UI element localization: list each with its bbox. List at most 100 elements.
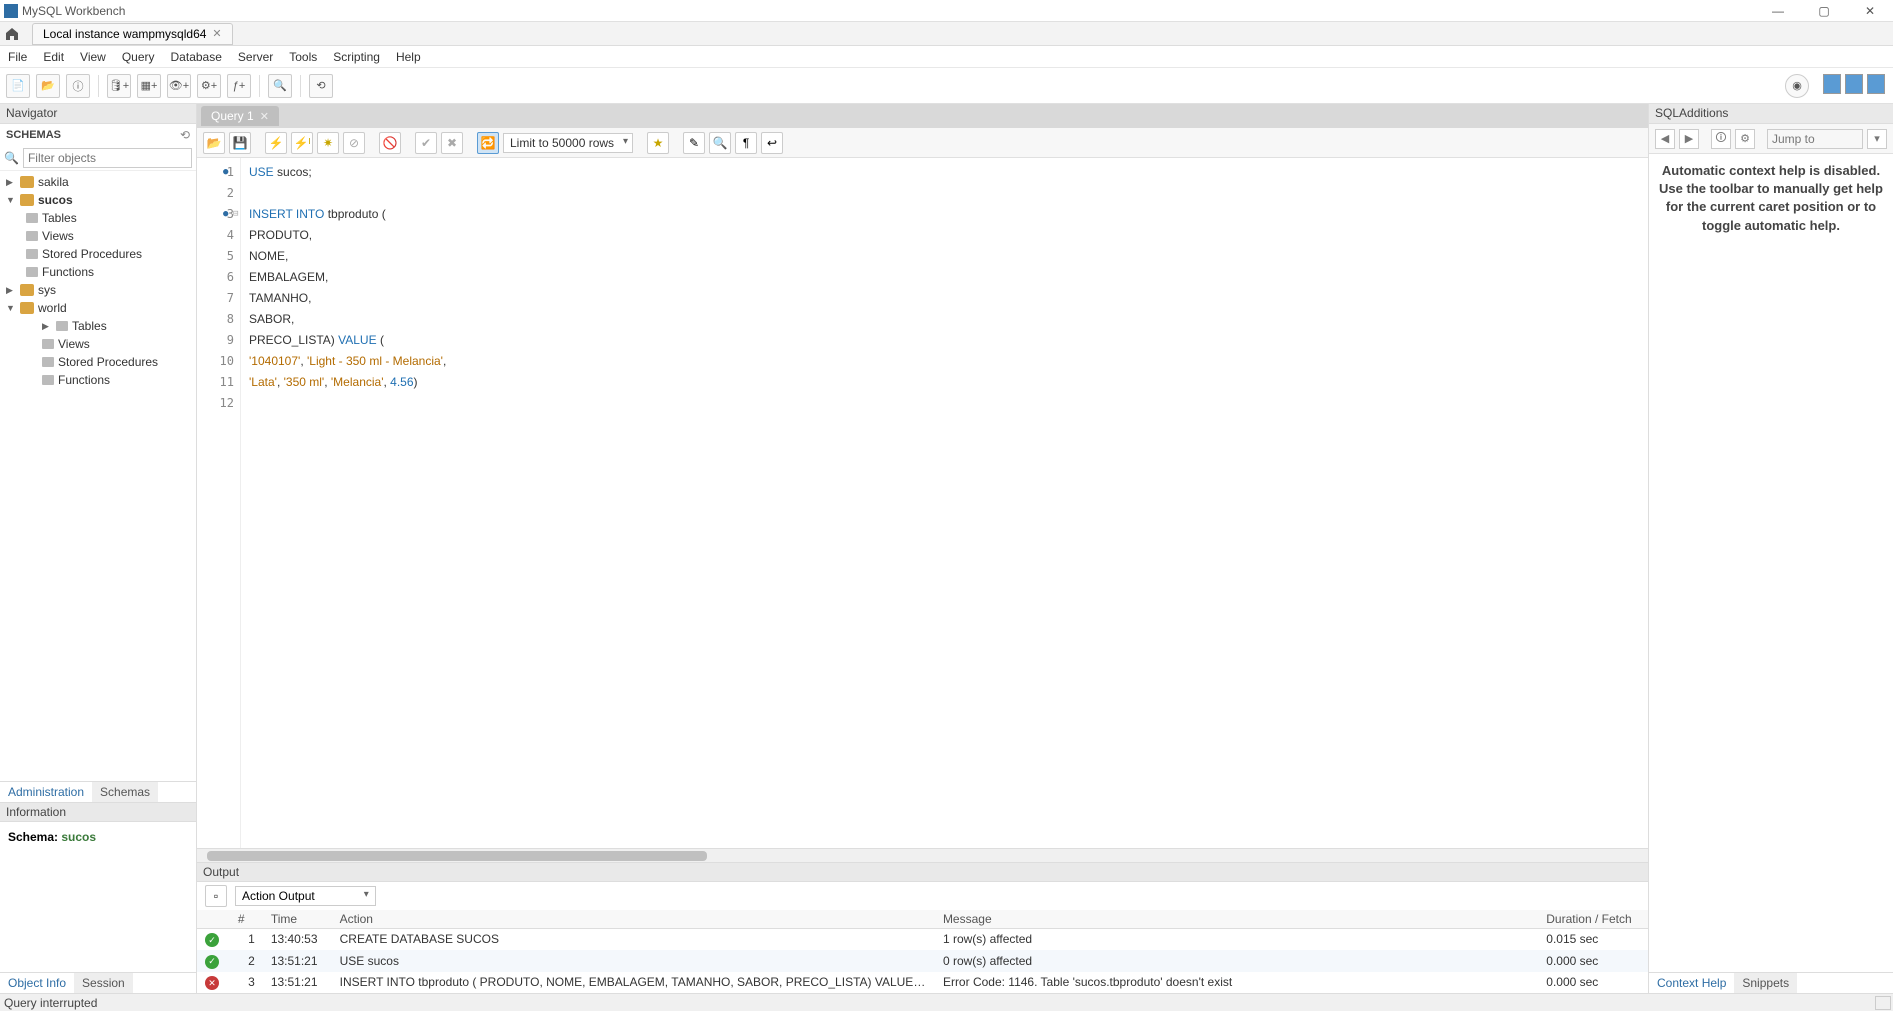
resize-grip[interactable]: [1875, 996, 1891, 1010]
menu-query[interactable]: Query: [122, 50, 155, 64]
row-message: Error Code: 1146. Table 'sucos.tbproduto…: [935, 972, 1538, 994]
refresh-icon[interactable]: ⟲: [180, 128, 190, 142]
status-text: Query interrupted: [4, 996, 97, 1010]
col-duration[interactable]: Duration / Fetch: [1538, 910, 1648, 929]
output-row[interactable]: ✓ 2 13:51:21 USE sucos 0 row(s) affected…: [197, 950, 1648, 972]
save-icon[interactable]: 💾: [229, 132, 251, 154]
menu-help[interactable]: Help: [396, 50, 421, 64]
close-icon[interactable]: ✕: [260, 110, 269, 123]
row-action: INSERT INTO tbproduto ( PRODUTO, NOME, E…: [332, 972, 935, 994]
create-sp-icon[interactable]: ⚙+: [197, 74, 221, 98]
query-tab[interactable]: Query 1 ✕: [201, 106, 279, 126]
tab-snippets[interactable]: Snippets: [1734, 973, 1797, 993]
tree-tables[interactable]: ▶Tables: [6, 317, 196, 335]
code-area[interactable]: USE sucos; INSERT INTO tbproduto (PRODUT…: [241, 158, 1648, 848]
open-sql-icon[interactable]: 📂: [36, 74, 60, 98]
schema-tree[interactable]: ▶sakila ▼sucos Tables Views Stored Proce…: [0, 171, 196, 781]
row-duration: 0.015 sec: [1538, 928, 1648, 950]
horizontal-scrollbar[interactable]: [197, 848, 1648, 862]
jump-dropdown-icon[interactable]: ▾: [1867, 129, 1887, 149]
tree-functions[interactable]: Functions: [6, 371, 196, 389]
tree-views[interactable]: Views: [6, 335, 196, 353]
info-bottom-tabs: Object Info Session: [0, 972, 196, 993]
schema-item-sucos[interactable]: ▼sucos: [6, 191, 196, 209]
commit-icon[interactable]: ✔: [415, 132, 437, 154]
tab-context-help[interactable]: Context Help: [1649, 973, 1734, 993]
create-fn-icon[interactable]: ƒ+: [227, 74, 251, 98]
tree-tables[interactable]: Tables: [6, 209, 196, 227]
output-clear-icon[interactable]: ▫: [205, 885, 227, 907]
reconnect-icon[interactable]: ⟲: [309, 74, 333, 98]
output-grid[interactable]: # Time Action Message Duration / Fetch ✓…: [197, 910, 1648, 994]
nav-back-icon[interactable]: ◀: [1655, 129, 1675, 149]
manual-help-icon[interactable]: 🛈: [1711, 129, 1731, 149]
tree-functions[interactable]: Functions: [6, 263, 196, 281]
menu-scripting[interactable]: Scripting: [333, 50, 380, 64]
tab-administration[interactable]: Administration: [0, 782, 92, 802]
row-time: 13:51:21: [263, 950, 332, 972]
tab-schemas[interactable]: Schemas: [92, 782, 158, 802]
nav-forward-icon[interactable]: ▶: [1679, 129, 1699, 149]
toggle-left-panel[interactable]: [1823, 74, 1841, 94]
menu-database[interactable]: Database: [171, 50, 222, 64]
find-icon[interactable]: 🔍: [709, 132, 731, 154]
open-file-icon[interactable]: 📂: [203, 132, 225, 154]
menu-view[interactable]: View: [80, 50, 106, 64]
connection-tab[interactable]: Local instance wampmysqld64 ✕: [32, 23, 233, 45]
success-icon: ✓: [205, 933, 219, 947]
tree-stored-procedures[interactable]: Stored Procedures: [6, 353, 196, 371]
explain-icon[interactable]: ✷: [317, 132, 339, 154]
database-icon: [20, 284, 34, 296]
output-row[interactable]: ✓ 1 13:40:53 CREATE DATABASE SUCOS 1 row…: [197, 928, 1648, 950]
beautify-icon[interactable]: ✎: [683, 132, 705, 154]
minimize-button[interactable]: —: [1755, 0, 1801, 22]
home-icon[interactable]: [0, 22, 24, 46]
filter-input[interactable]: [23, 148, 192, 168]
favorite-icon[interactable]: ★: [647, 132, 669, 154]
col-message[interactable]: Message: [935, 910, 1538, 929]
close-button[interactable]: ✕: [1847, 0, 1893, 22]
menu-edit[interactable]: Edit: [43, 50, 64, 64]
stop-on-error-icon[interactable]: 🚫: [379, 132, 401, 154]
schema-item-sakila[interactable]: ▶sakila: [6, 173, 196, 191]
wrap-icon[interactable]: ↩: [761, 132, 783, 154]
row-num: 1: [230, 928, 263, 950]
jump-to-input[interactable]: Jump to: [1767, 129, 1863, 149]
col-action[interactable]: Action: [332, 910, 935, 929]
tab-session[interactable]: Session: [74, 973, 133, 993]
dashboard-icon[interactable]: ◉: [1785, 74, 1809, 98]
invisible-icon[interactable]: ¶: [735, 132, 757, 154]
create-view-icon[interactable]: 👁+: [167, 74, 191, 98]
stop-icon[interactable]: ⊘: [343, 132, 365, 154]
toggle-bottom-panel[interactable]: [1845, 74, 1863, 94]
create-table-icon[interactable]: ▦+: [137, 74, 161, 98]
menu-file[interactable]: File: [8, 50, 27, 64]
col-num[interactable]: #: [230, 910, 263, 929]
toggle-right-panel[interactable]: [1867, 74, 1885, 94]
output-row[interactable]: ✕ 3 13:51:21 INSERT INTO tbproduto ( PRO…: [197, 972, 1648, 994]
new-sql-icon[interactable]: 📄: [6, 74, 30, 98]
tree-views[interactable]: Views: [6, 227, 196, 245]
execute-icon[interactable]: ⚡: [265, 132, 287, 154]
close-icon[interactable]: ✕: [212, 27, 221, 40]
autocommit-icon[interactable]: 🔁: [477, 132, 499, 154]
output-type-select[interactable]: Action Output: [235, 886, 376, 906]
create-schema-icon[interactable]: 🛢+: [107, 74, 131, 98]
tree-stored-procedures[interactable]: Stored Procedures: [6, 245, 196, 263]
tab-object-info[interactable]: Object Info: [0, 973, 74, 993]
schema-item-world[interactable]: ▼world: [6, 299, 196, 317]
sql-editor[interactable]: 123456789101112 USE sucos; INSERT INTO t…: [197, 158, 1648, 848]
additions-bottom-tabs: Context Help Snippets: [1649, 972, 1893, 993]
schema-item-sys[interactable]: ▶sys: [6, 281, 196, 299]
execute-current-icon[interactable]: ⚡ᴵ: [291, 132, 313, 154]
menu-server[interactable]: Server: [238, 50, 273, 64]
menu-tools[interactable]: Tools: [289, 50, 317, 64]
rollback-icon[interactable]: ✖: [441, 132, 463, 154]
filter-row: 🔍: [0, 146, 196, 171]
search-icon[interactable]: 🔍: [268, 74, 292, 98]
col-time[interactable]: Time: [263, 910, 332, 929]
maximize-button[interactable]: ▢: [1801, 0, 1847, 22]
inspector-icon[interactable]: ⓘ: [66, 74, 90, 98]
auto-help-icon[interactable]: ⚙: [1735, 129, 1755, 149]
row-limit-select[interactable]: Limit to 50000 rows: [503, 133, 633, 153]
